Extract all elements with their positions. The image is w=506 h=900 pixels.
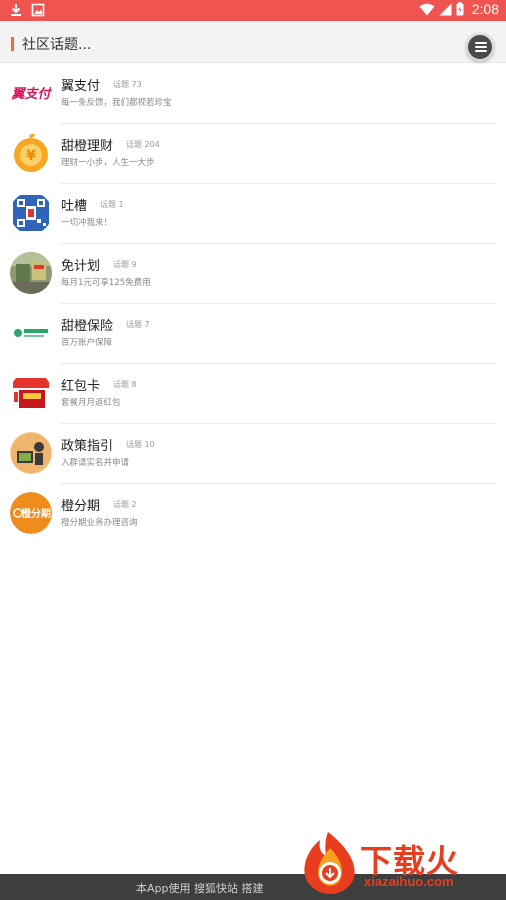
tiancheng-licai-logo: ¥ xyxy=(10,132,52,174)
notification-icons xyxy=(9,3,45,17)
system-icons: 2:08 xyxy=(419,1,499,17)
topic-name: 甜橙保险 xyxy=(61,319,114,334)
svg-text:橙分期: 橙分期 xyxy=(21,507,51,520)
wifi-icon xyxy=(419,3,435,15)
topic-description: 橙分期业务办理咨询 xyxy=(61,518,138,528)
topic-name: 翼支付 xyxy=(61,79,101,94)
status-bar: 2:08 xyxy=(0,0,506,21)
menu-icon xyxy=(475,50,487,52)
topic-name: 甜橙理财 xyxy=(61,139,114,154)
hongbaoka-logo xyxy=(10,372,52,414)
tiancheng-baoxian-logo xyxy=(10,312,52,354)
topic-description: 每一条反馈，我们都视若珍宝 xyxy=(61,98,172,108)
topic-item-tiancheng-licai[interactable]: ¥ 甜橙理财 话题 204 理财一小步，人生一大步 xyxy=(0,124,506,184)
image-icon xyxy=(31,3,45,17)
topic-name: 吐槽 xyxy=(61,199,88,214)
topic-description: 每月1元可享125免费用 xyxy=(61,278,151,288)
topic-name: 免计划 xyxy=(61,259,101,274)
topic-description: 理财一小步，人生一大步 xyxy=(61,158,155,168)
topic-description: 百万账户保障 xyxy=(61,338,113,348)
topic-name: 橙分期 xyxy=(61,499,101,514)
svg-text:翼支付: 翼支付 xyxy=(10,86,52,102)
topic-count: 话题 204 xyxy=(126,140,160,149)
title-accent xyxy=(11,37,14,51)
menu-icon xyxy=(475,46,487,48)
topic-description: 套餐月月返红包 xyxy=(61,398,121,408)
menu-icon xyxy=(475,42,487,44)
topic-list: 翼支付 翼支付 话题 73 每一条反馈，我们都视若珍宝 ¥ 甜橙理财 话题 20… xyxy=(0,64,506,544)
topic-count: 话题 1 xyxy=(100,200,124,209)
topic-count: 话题 7 xyxy=(126,320,150,329)
topic-count: 话题 9 xyxy=(113,260,137,269)
header-bar: 社区话题... xyxy=(0,21,506,63)
chengfenqi-logo: 橙分期 xyxy=(10,492,52,534)
watermark: 下载火 xiazaihuo.com xyxy=(298,830,506,896)
svg-text:¥: ¥ xyxy=(26,148,36,164)
topic-count: 话题 2 xyxy=(113,500,137,509)
flame-logo-icon xyxy=(304,832,355,894)
download-icon xyxy=(11,4,21,16)
topic-count: 话题 8 xyxy=(113,380,137,389)
topic-count: 话题 10 xyxy=(126,440,155,449)
topic-item-hongbaoka[interactable]: 红包卡 话题 8 套餐月月返红包 xyxy=(0,364,506,424)
zhengce-logo xyxy=(10,432,52,474)
topic-description: 一切冲我来！ xyxy=(61,218,113,228)
topic-item-tiancheng-baoxian[interactable]: 甜橙保险 话题 7 百万账户保障 xyxy=(0,304,506,364)
topic-count: 话题 73 xyxy=(113,80,142,89)
footer-text[interactable]: 本App使用 搜狐快站 搭建 xyxy=(136,880,263,896)
battery-icon xyxy=(456,2,464,16)
topic-item-chengfenqi[interactable]: 橙分期 橙分期 话题 2 橙分期业务办理咨询 xyxy=(0,484,506,544)
topic-description: 入群请实名并申请 xyxy=(61,458,130,468)
topic-item-tucao[interactable]: 吐槽 话题 1 一切冲我来！ xyxy=(0,184,506,244)
topic-item-yizhifu[interactable]: 翼支付 翼支付 话题 73 每一条反馈，我们都视若珍宝 xyxy=(0,64,506,124)
tucao-logo xyxy=(10,192,52,234)
mianjihua-logo xyxy=(10,252,52,294)
topic-name: 政策指引 xyxy=(61,439,114,454)
topic-item-mianjihua[interactable]: 免计划 话题 9 每月1元可享125免费用 xyxy=(0,244,506,304)
menu-button[interactable] xyxy=(466,33,494,61)
watermark-subtitle: xiazaihuo.com xyxy=(364,874,454,889)
yizhifu-logo: 翼支付 xyxy=(10,72,52,114)
clock: 2:08 xyxy=(471,1,499,17)
signal-icon xyxy=(439,3,452,15)
page-title: 社区话题... xyxy=(22,37,92,53)
topic-name: 红包卡 xyxy=(61,379,101,394)
topic-item-zhengce[interactable]: 政策指引 话题 10 入群请实名并申请 xyxy=(0,424,506,484)
